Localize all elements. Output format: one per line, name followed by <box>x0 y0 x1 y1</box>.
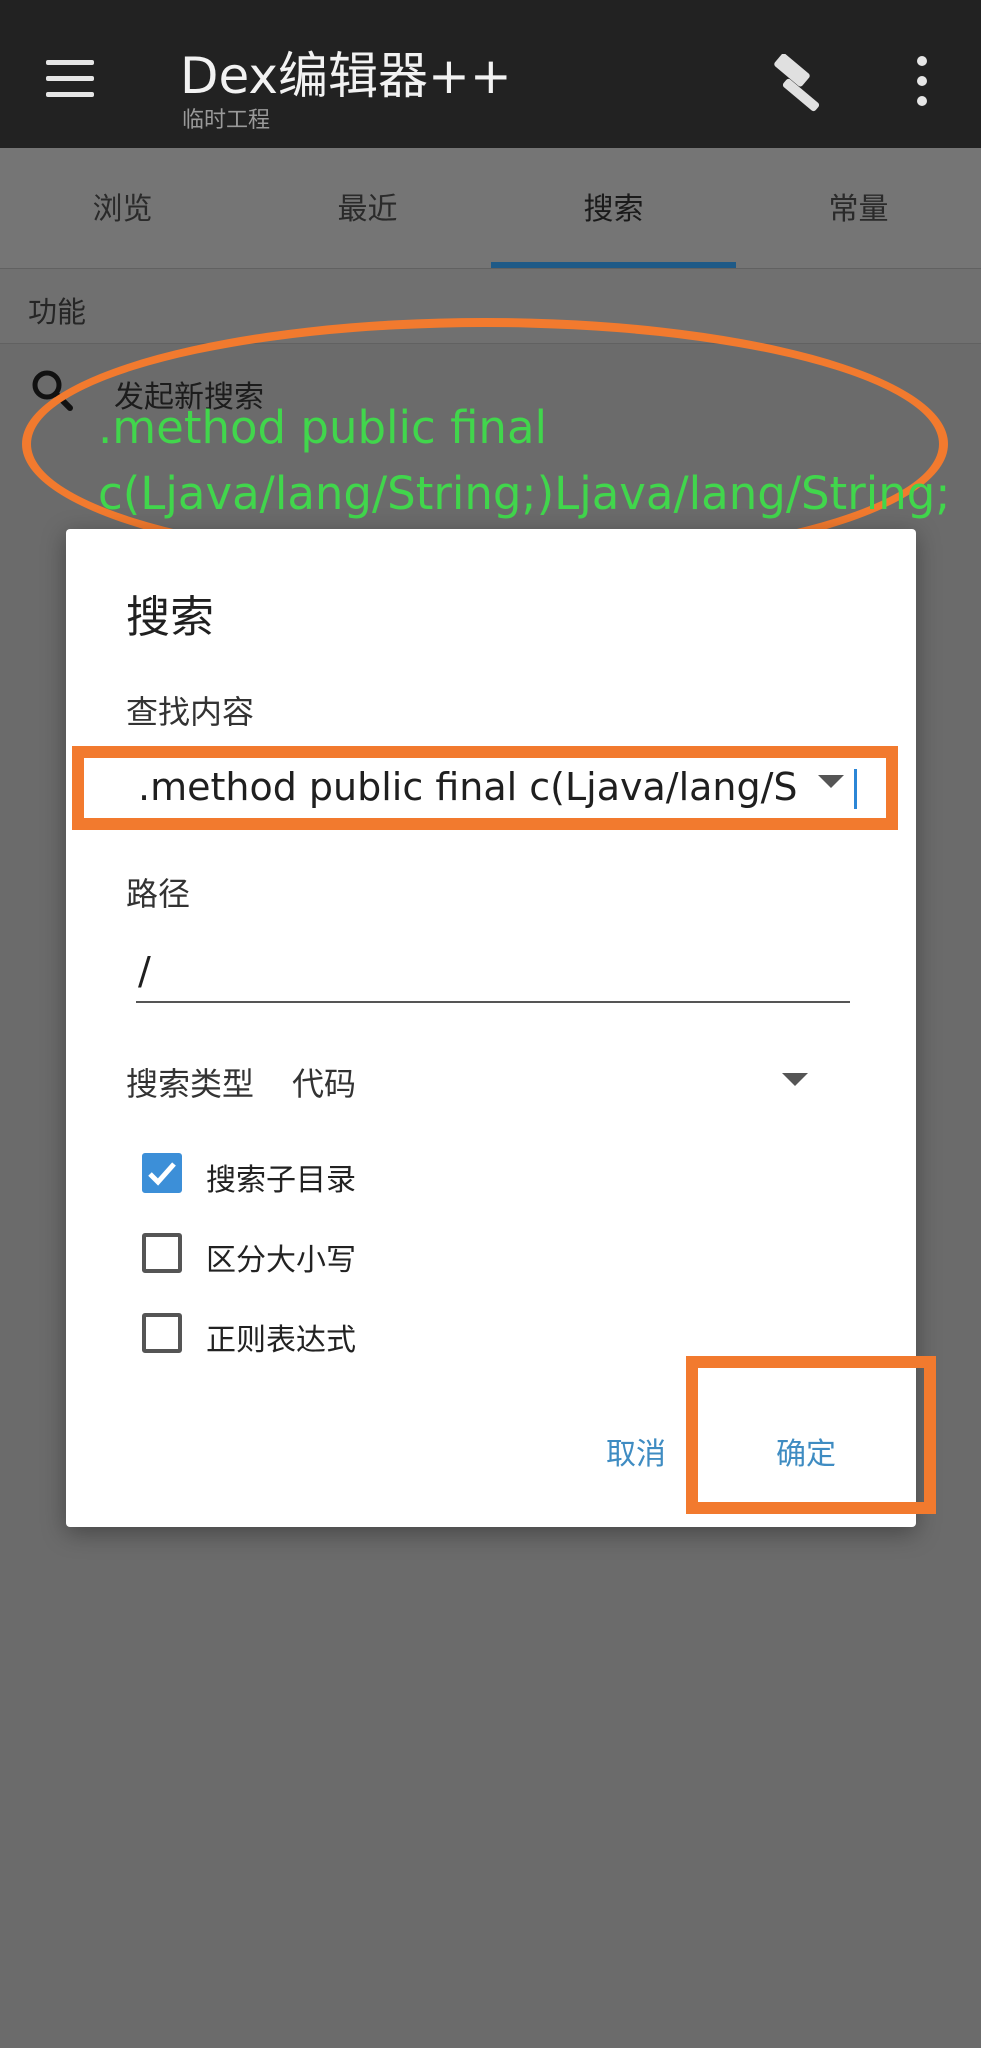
checkbox-label: 搜索子目录 <box>206 1163 356 1198</box>
annotation-method-text: .method public final c(Ljava/lang/String… <box>98 401 951 520</box>
app-title: Dex编辑器++ <box>180 47 512 105</box>
path-input[interactable] <box>136 941 850 1003</box>
tab-search[interactable]: 搜索 <box>491 148 736 268</box>
tab-bar: 浏览 最近 搜索 常量 <box>0 148 981 268</box>
menu-icon[interactable] <box>46 60 94 97</box>
find-content-label: 查找内容 <box>126 693 255 731</box>
app-bar: Dex编辑器++ 临时工程 <box>0 10 981 148</box>
section-label: 功能 <box>28 295 87 329</box>
annotation-box-find-field <box>72 746 898 830</box>
checkbox-label: 正则表达式 <box>206 1323 356 1358</box>
checkmark-icon <box>148 1162 176 1186</box>
tab-constants[interactable]: 常量 <box>736 148 981 268</box>
app-subtitle: 临时工程 <box>182 108 271 133</box>
path-label: 路径 <box>126 875 191 913</box>
tab-recent[interactable]: 最近 <box>245 148 490 268</box>
tab-browse[interactable]: 浏览 <box>0 148 245 268</box>
search-type-select[interactable]: 代码 <box>292 1059 356 1105</box>
chevron-down-icon[interactable] <box>782 1073 808 1086</box>
more-vert-icon[interactable] <box>908 56 936 116</box>
status-bar <box>0 0 981 10</box>
checkbox-case-sensitive[interactable] <box>142 1233 182 1273</box>
dialog-title: 搜索 <box>126 592 214 643</box>
checkbox-regex[interactable] <box>142 1313 182 1353</box>
cancel-button[interactable]: 取消 <box>606 1429 666 1473</box>
search-type-label: 搜索类型 <box>126 1065 255 1103</box>
checkbox-search-subdirs[interactable] <box>142 1153 182 1193</box>
hammer-icon[interactable] <box>770 54 834 114</box>
annotation-box-confirm <box>686 1356 936 1514</box>
checkbox-label: 区分大小写 <box>206 1243 356 1278</box>
